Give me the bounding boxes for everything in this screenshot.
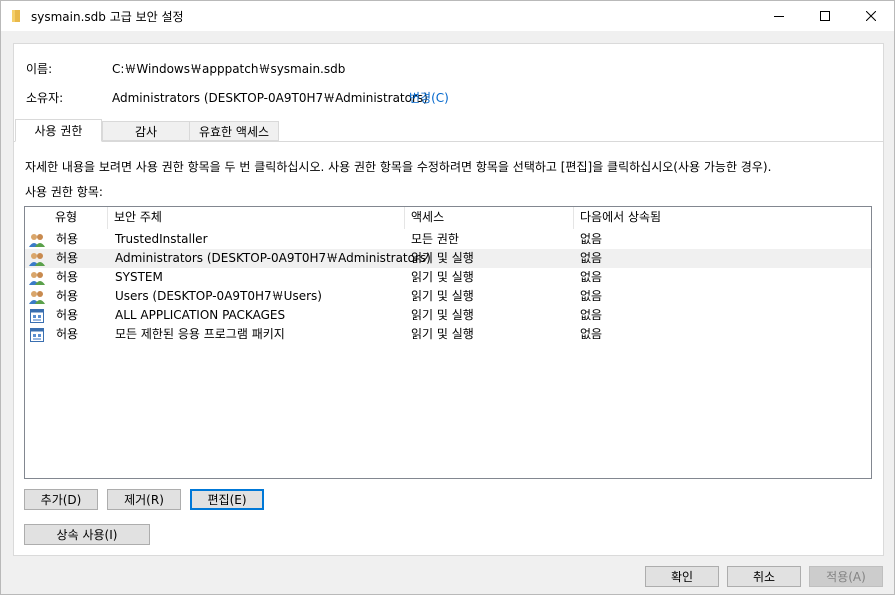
minimize-icon bbox=[774, 16, 784, 17]
cell-access: 읽기 및 실행 bbox=[411, 289, 474, 303]
app-package-icon bbox=[30, 328, 44, 342]
cancel-button[interactable]: 취소 bbox=[727, 566, 801, 587]
cell-inherited: 없음 bbox=[580, 308, 603, 322]
tab-strip-border bbox=[13, 141, 884, 142]
add-button[interactable]: 추가(D) bbox=[24, 489, 98, 510]
users-group-icon bbox=[29, 234, 45, 247]
cell-principal: TrustedInstaller bbox=[115, 232, 208, 246]
column-header-principal[interactable]: 보안 주체 bbox=[108, 207, 404, 229]
name-label: 이름: bbox=[26, 62, 53, 76]
change-owner-link[interactable]: 변경(C) bbox=[409, 89, 449, 106]
tab-permissions[interactable]: 사용 권한 bbox=[15, 119, 102, 142]
instructions-text: 자세한 내용을 보려면 사용 권한 항목을 두 번 클릭하십시오. 사용 권한 … bbox=[25, 160, 772, 174]
close-icon bbox=[866, 11, 876, 21]
owner-label: 소유자: bbox=[26, 91, 64, 105]
list-header: 유형 보안 주체 액세스 다음에서 상속됨 bbox=[25, 207, 871, 229]
column-header-inherited[interactable]: 다음에서 상속됨 bbox=[574, 207, 754, 229]
edit-button[interactable]: 편집(E) bbox=[190, 489, 264, 510]
cell-inherited: 없음 bbox=[580, 327, 603, 341]
remove-button[interactable]: 제거(R) bbox=[107, 489, 181, 510]
enable-inheritance-button[interactable]: 상속 사용(I) bbox=[24, 524, 150, 545]
name-value: C:￦Windows￦apppatch￦sysmain.sdb bbox=[112, 62, 346, 76]
column-header-access[interactable]: 액세스 bbox=[405, 207, 573, 229]
cell-type: 허용 bbox=[56, 289, 79, 303]
cell-access: 읽기 및 실행 bbox=[411, 308, 474, 322]
maximize-icon bbox=[820, 11, 830, 21]
table-row[interactable]: 허용 Users (DESKTOP-0A9T0H7￦Users) 읽기 및 실행 없음 bbox=[25, 287, 871, 306]
cell-access: 읽기 및 실행 bbox=[411, 270, 474, 284]
table-row[interactable]: 허용 Administrators (DESKTOP-0A9T0H7￦Admini… bbox=[25, 249, 871, 268]
cell-inherited: 없음 bbox=[580, 270, 603, 284]
cell-access: 모든 권한 bbox=[411, 232, 459, 246]
cell-access: 읽기 및 실행 bbox=[411, 327, 474, 341]
cell-type: 허용 bbox=[56, 308, 79, 322]
cell-inherited: 없음 bbox=[580, 289, 603, 303]
cell-type: 허용 bbox=[56, 251, 79, 265]
advanced-security-window: sysmain.sdb 고급 보안 설정 이름: C:￦Windows￦appp… bbox=[0, 0, 895, 595]
cell-principal: Users (DESKTOP-0A9T0H7￦Users) bbox=[115, 289, 322, 303]
users-group-icon bbox=[29, 253, 45, 266]
window-title: sysmain.sdb 고급 보안 설정 bbox=[31, 10, 184, 24]
cell-type: 허용 bbox=[56, 327, 79, 341]
cell-principal: Administrators (DESKTOP-0A9T0H7￦Administ… bbox=[115, 251, 431, 265]
folder-icon bbox=[12, 10, 20, 22]
tab-effective-access[interactable]: 유효한 액세스 bbox=[189, 121, 279, 141]
table-row[interactable]: 허용 모든 제한된 응용 프로그램 패키지 읽기 및 실행 없음 bbox=[25, 325, 871, 344]
cell-type: 허용 bbox=[56, 270, 79, 284]
cell-inherited: 없음 bbox=[580, 251, 603, 265]
cell-principal: 모든 제한된 응용 프로그램 패키지 bbox=[115, 327, 285, 341]
minimize-button[interactable] bbox=[756, 1, 802, 31]
table-row[interactable]: 허용 TrustedInstaller 모든 권한 없음 bbox=[25, 230, 871, 249]
cell-principal: ALL APPLICATION PACKAGES bbox=[115, 308, 286, 322]
table-row[interactable]: 허용 ALL APPLICATION PACKAGES 읽기 및 실행 없음 bbox=[25, 306, 871, 325]
apply-button[interactable]: 적용(A) bbox=[809, 566, 883, 587]
permission-entries-list[interactable]: 유형 보안 주체 액세스 다음에서 상속됨 허용 TrustedInstaller… bbox=[24, 206, 872, 479]
users-group-icon bbox=[29, 291, 45, 304]
owner-value: Administrators (DESKTOP-0A9T0H7￦Administ… bbox=[112, 91, 428, 105]
ok-button[interactable]: 확인 bbox=[645, 566, 719, 587]
app-package-icon bbox=[30, 309, 44, 323]
cell-access: 읽기 및 실행 bbox=[411, 251, 474, 265]
table-row[interactable]: 허용 SYSTEM 읽기 및 실행 없음 bbox=[25, 268, 871, 287]
cell-principal: SYSTEM bbox=[115, 270, 163, 284]
maximize-button[interactable] bbox=[802, 1, 848, 31]
users-group-icon bbox=[29, 272, 45, 285]
tab-auditing[interactable]: 감사 bbox=[102, 121, 190, 141]
cell-inherited: 없음 bbox=[580, 232, 603, 246]
cell-type: 허용 bbox=[56, 232, 79, 246]
title-bar: sysmain.sdb 고급 보안 설정 bbox=[1, 1, 894, 31]
permission-entries-label: 사용 권한 항목: bbox=[25, 185, 103, 199]
close-button[interactable] bbox=[848, 1, 894, 31]
